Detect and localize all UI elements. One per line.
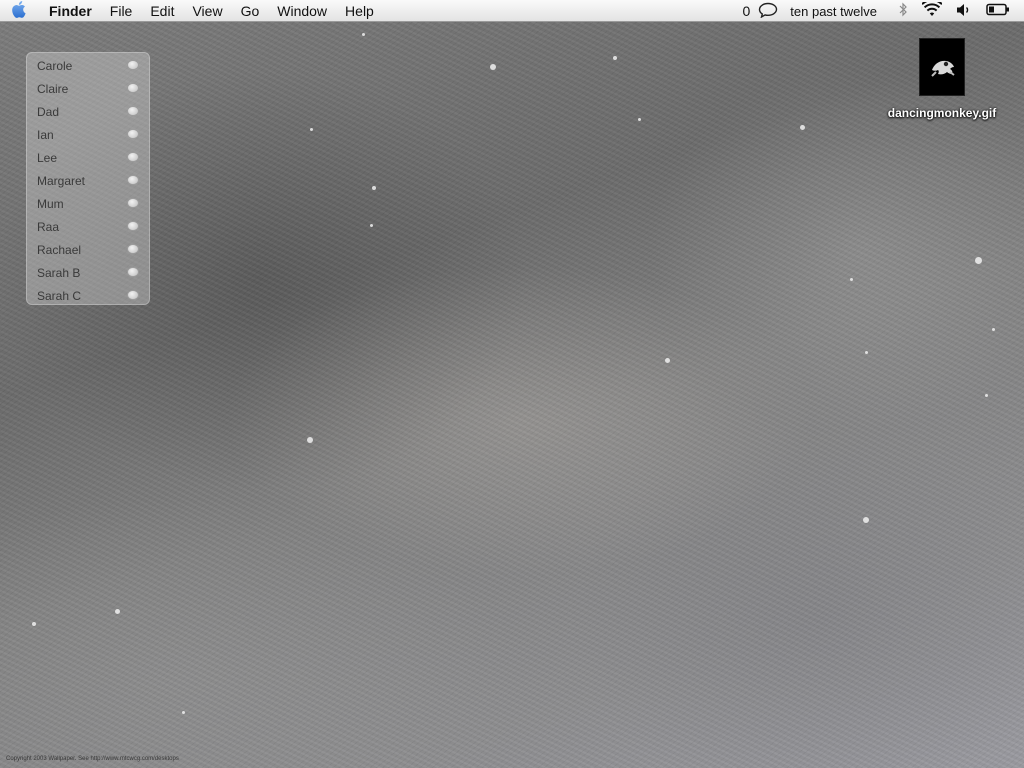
wallpaper-speck [800,125,805,130]
status-dot-icon [127,129,139,139]
buddy-row[interactable]: Sarah B [27,261,149,284]
wifi-menu[interactable] [916,0,948,22]
status-dot-icon [127,221,139,231]
volume-icon [956,3,972,20]
status-dot-icon [127,106,139,116]
menu-window[interactable]: Window [268,0,336,22]
wallpaper-speck [310,128,313,131]
chat-count: 0 [742,3,751,19]
wallpaper-speck [985,394,988,397]
wallpaper-speck [372,186,376,190]
buddy-name: Mum [37,196,64,211]
buddy-name: Dad [37,104,60,119]
buddy-row[interactable]: Dad [27,100,149,123]
wallpaper-speck [490,64,496,70]
buddy-row[interactable]: Lee [27,146,149,169]
wallpaper-credit: Copyright 2003 Wallpaper. See http://www… [6,756,179,762]
status-dot-icon [127,175,139,185]
status-dot-icon [127,198,139,208]
file-name-label: dancingmonkey.gif [887,106,997,120]
buddy-row[interactable]: Rachael [27,238,149,261]
wallpaper-speck [975,257,982,264]
menu-extras: 0 ten past twelve [735,0,1024,22]
clock-menu[interactable]: ten past twelve [782,0,891,22]
bluetooth-icon [899,2,908,20]
menu-finder[interactable]: Finder [40,0,101,22]
buddy-row[interactable]: Sarah C [27,284,149,307]
status-dot-icon [127,290,139,300]
desktop-texture [0,22,1024,768]
apple-menu-button[interactable] [0,0,40,22]
battery-menu[interactable] [980,0,1024,22]
buddy-row[interactable]: Carole [27,54,149,77]
wallpaper-speck [863,517,869,523]
buddy-name: Sarah C [37,288,82,303]
wallpaper-speck [850,278,853,281]
menu-edit[interactable]: Edit [141,0,183,22]
wallpaper-speck [865,351,868,354]
wifi-icon [921,0,943,20]
gif-thumbnail-icon [919,38,965,96]
buddy-name: Lee [37,150,58,165]
buddy-row[interactable]: Claire [27,77,149,100]
buddy-row[interactable]: Margaret [27,169,149,192]
buddy-name: Claire [37,81,69,96]
wallpaper-speck [307,437,313,443]
desktop-file-icon[interactable]: dancingmonkey.gif [884,38,1000,128]
status-dot-icon [127,267,139,277]
menu-view[interactable]: View [183,0,231,22]
menu-file[interactable]: File [101,0,142,22]
buddy-row[interactable]: Raa [27,215,149,238]
status-dot-icon [127,83,139,93]
buddy-row[interactable]: Ian [27,123,149,146]
speech-bubble-icon [758,2,778,21]
battery-icon [986,3,1010,19]
wallpaper-speck [665,358,670,363]
wallpaper-speck [370,224,373,227]
wallpaper-speck [638,118,641,121]
status-dot-icon [127,244,139,254]
buddy-name: Carole [37,58,73,73]
menu-bar: Finder File Edit View Go Window Help 0 t… [0,0,1024,22]
chat-status-menu[interactable]: 0 [735,0,782,22]
status-dot-icon [127,152,139,162]
buddy-name: Raa [37,219,60,234]
buddy-name: Margaret [37,173,86,188]
wallpaper-speck [32,622,36,626]
wallpaper-speck [115,609,120,614]
buddy-name: Ian [37,127,54,142]
buddy-name: Rachael [37,242,82,257]
wallpaper-speck [992,328,995,331]
menu-go[interactable]: Go [232,0,269,22]
buddy-list-widget: Carole Claire Dad Ian Lee Margaret Mum R… [26,52,150,305]
wallpaper-speck [182,711,185,714]
buddy-name: Sarah B [37,265,81,280]
volume-menu[interactable] [948,0,980,22]
menu-help[interactable]: Help [336,0,383,22]
apple-logo-icon [12,0,28,21]
bluetooth-menu[interactable] [891,0,916,22]
status-dot-icon [127,60,139,70]
wallpaper-speck [362,33,365,36]
buddy-row[interactable]: Mum [27,192,149,215]
wallpaper-speck [613,56,617,60]
